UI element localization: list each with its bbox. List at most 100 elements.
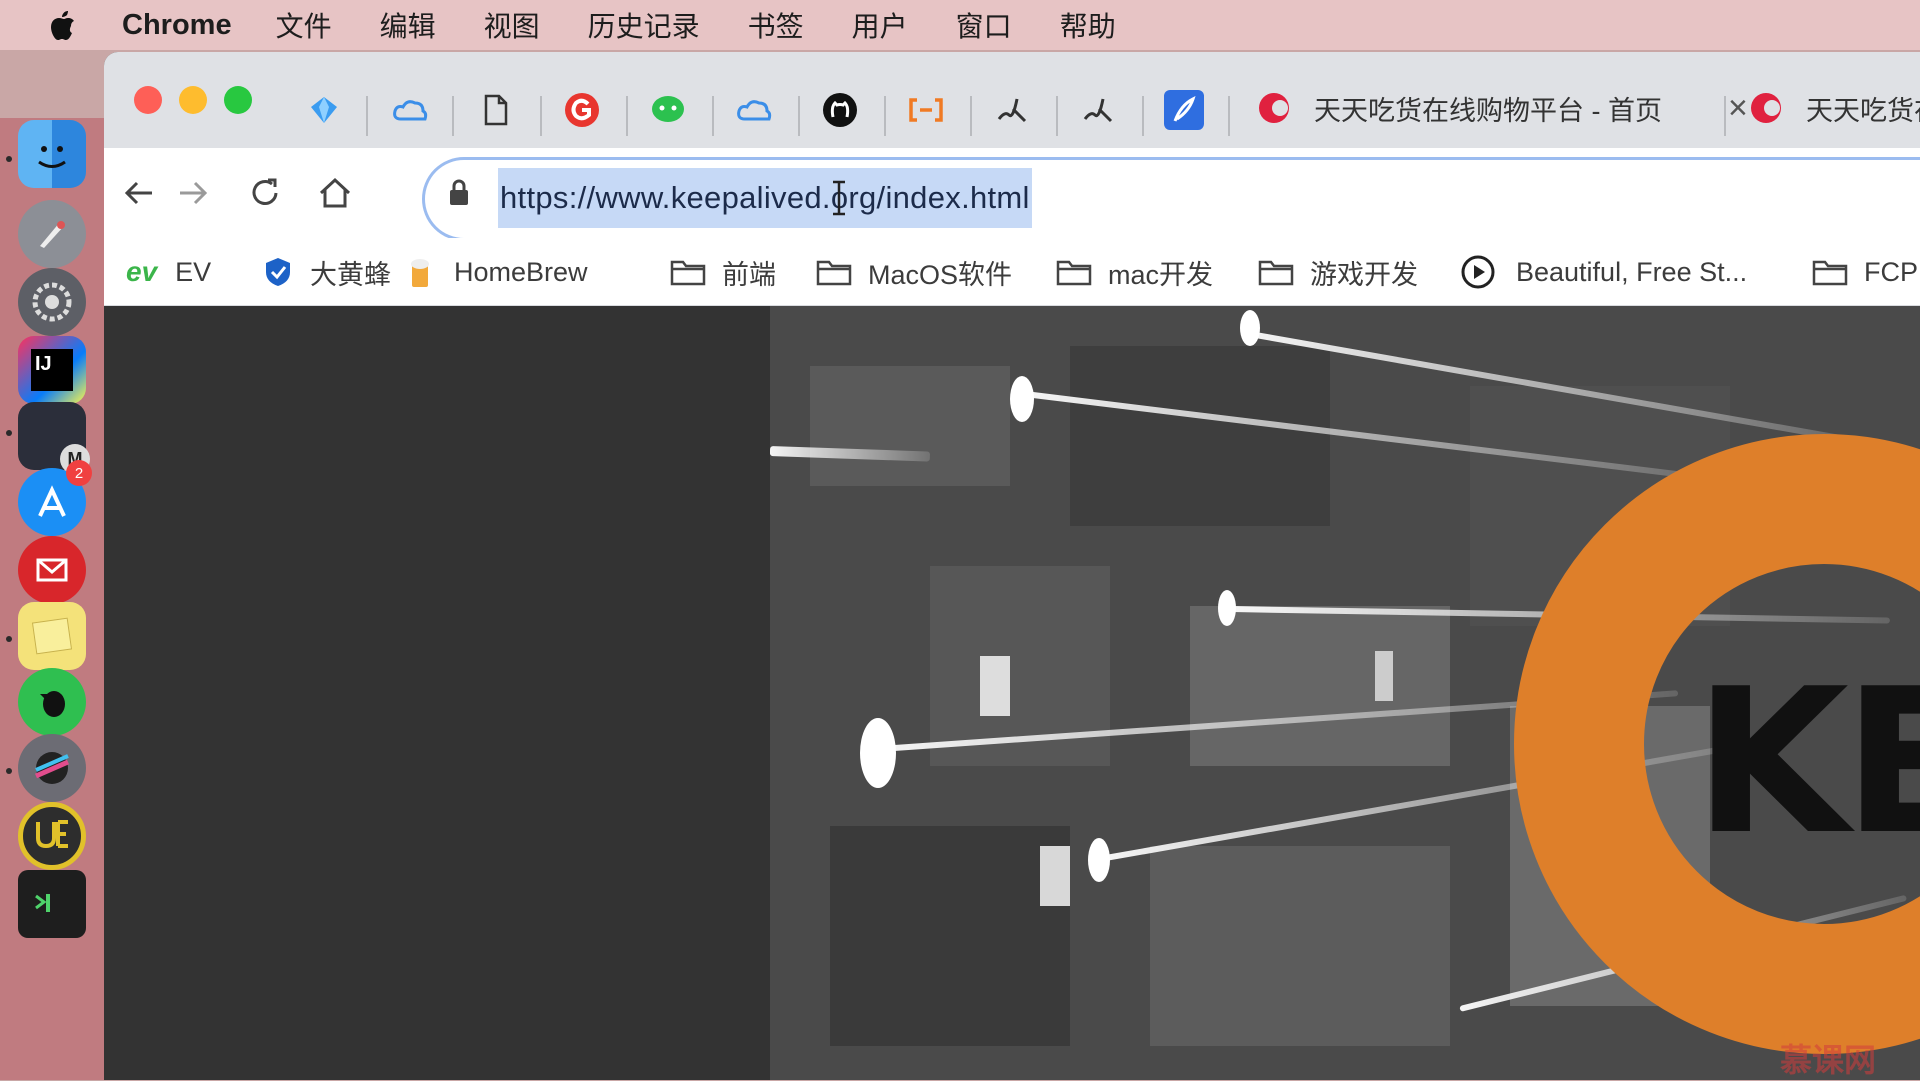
document-tab-icon[interactable] [476, 90, 516, 130]
apple-menu-icon[interactable] [32, 0, 92, 50]
menu-edit[interactable]: 编辑 [380, 5, 436, 45]
bookmark-folder-macdev[interactable]: mac开发 [1056, 250, 1213, 294]
tab-active-shop[interactable]: 天天吃货在线购物平台 - 首页 × [1256, 80, 1748, 136]
tab-title: 天天吃货在线购物平台 - 首页 [1806, 95, 1920, 126]
texture-block [1070, 346, 1330, 526]
github-icon[interactable] [820, 90, 860, 130]
record-icon [1461, 255, 1495, 289]
ij-label-icon: IJ [31, 349, 73, 391]
close-window-button[interactable] [134, 86, 162, 114]
tab-close-icon[interactable]: × [1728, 89, 1748, 128]
ultraedit-icon[interactable] [18, 802, 86, 870]
wechat-icon[interactable] [648, 90, 688, 130]
evernote-icon[interactable] [18, 668, 86, 736]
minimize-window-button[interactable] [179, 86, 207, 114]
url-text[interactable]: https://www.keepalived.org/index.html [498, 168, 1032, 228]
bookmark-label: EV [175, 256, 212, 287]
texture-block [830, 826, 1070, 1046]
light-blob [1240, 310, 1260, 346]
script-tab-icon[interactable] [992, 90, 1032, 130]
intellij-idea-icon[interactable]: IJ [18, 336, 86, 404]
finder-icon[interactable] [18, 120, 86, 188]
back-button[interactable] [104, 168, 174, 218]
launchpad-icon[interactable] [18, 200, 86, 268]
arrow-right-icon [180, 181, 208, 205]
zoom-window-button[interactable] [224, 86, 252, 114]
tab-title: 天天吃货在线购物平台 - 首页 [1314, 95, 1662, 126]
forward-button[interactable] [168, 168, 218, 218]
diamond-extension-icon[interactable] [304, 90, 344, 130]
shield-icon [266, 258, 290, 286]
bookmark-label: HomeBrew [454, 256, 588, 287]
cloud-extension-icon[interactable] [390, 90, 430, 130]
bookmark-folder-macos[interactable]: MacOS软件 [816, 250, 1012, 294]
bookmark-folder-fcp[interactable]: FCP [1812, 250, 1920, 294]
tab-shop-2[interactable]: 天天吃货在线购物平台 - 首页 [1748, 80, 1920, 136]
app-store-icon[interactable]: 2 [18, 460, 92, 536]
bookmark-folder-gamedev[interactable]: 游戏开发 [1258, 250, 1418, 294]
light-blob [1010, 376, 1034, 422]
stickies-icon[interactable] [18, 602, 86, 670]
text-cursor-icon [833, 180, 845, 216]
final-cut-pro-icon[interactable] [18, 734, 86, 802]
beer-icon [411, 259, 429, 287]
menu-help[interactable]: 帮助 [1060, 5, 1116, 45]
menu-people[interactable]: 用户 [852, 5, 908, 45]
bookmark-label: Beautiful, Free St... [1516, 256, 1748, 287]
code-bracket-icon[interactable] [906, 90, 946, 130]
bookmark-label: FCP [1864, 256, 1918, 287]
running-indicator [6, 430, 12, 436]
script-tab-icon-2[interactable] [1078, 90, 1118, 130]
texture-block [1150, 846, 1450, 1046]
tab-separator [798, 96, 800, 136]
folder-icon [816, 260, 852, 286]
light-block [1040, 846, 1070, 906]
light-block [1375, 651, 1393, 701]
terminal-icon[interactable] [18, 870, 86, 938]
tab-separator [1228, 96, 1230, 136]
running-indicator [6, 768, 12, 774]
tab-separator [540, 96, 542, 136]
page-content: KE [104, 306, 1920, 1080]
bookmark-label: 大黄蜂 [310, 259, 391, 290]
tab-favicon-icon [1751, 93, 1781, 123]
ev-icon: ev [126, 256, 158, 287]
bookmark-folder-frontend[interactable]: 前端 [670, 250, 776, 294]
bookmark-ev[interactable]: ev EV [126, 250, 211, 294]
tab-strip: 天天吃货在线购物平台 - 首页 × 天天吃货在线购物平台 - 首页 [104, 52, 1920, 148]
feather-extension-icon[interactable] [1164, 90, 1204, 130]
folder-icon [1056, 260, 1092, 286]
home-button[interactable] [310, 168, 360, 218]
running-indicator [6, 636, 12, 642]
menu-view[interactable]: 视图 [484, 5, 540, 45]
bookmark-hornet[interactable]: 大黄蜂 [264, 250, 391, 294]
sticky-note-icon [31, 617, 73, 655]
folder-icon [1258, 260, 1294, 286]
tab-separator [1142, 96, 1144, 136]
mail-icon[interactable] [18, 536, 86, 604]
g-extension-icon[interactable] [562, 90, 602, 130]
menu-bar: Chrome 文件 编辑 视图 历史记录 书签 用户 窗口 帮助 [0, 0, 1920, 50]
lock-icon[interactable] [447, 178, 471, 208]
bookmark-label: MacOS软件 [868, 259, 1013, 290]
folder-icon [1812, 260, 1848, 286]
menu-bookmarks[interactable]: 书签 [748, 5, 804, 45]
system-preferences-icon[interactable] [18, 268, 86, 336]
light-blob [1218, 590, 1236, 626]
running-indicator [6, 156, 12, 162]
tab-separator [884, 96, 886, 136]
menu-app-name[interactable]: Chrome [122, 9, 232, 42]
bookmark-beautiful[interactable]: Beautiful, Free St... [1460, 250, 1747, 294]
bookmark-homebrew[interactable]: HomeBrew [408, 250, 588, 294]
light-block [980, 656, 1010, 716]
tab-favicon-icon [1259, 93, 1289, 123]
cloud-tab-icon[interactable] [734, 90, 774, 130]
reload-button[interactable] [240, 168, 290, 218]
bookmarks-bar: ev EV 大黄蜂 HomeBrew 前端 MacOS软件 mac开发 游戏开发 [104, 238, 1920, 306]
menu-history[interactable]: 历史记录 [588, 5, 700, 45]
tab-separator [626, 96, 628, 136]
dock: IJ M 2 [0, 118, 104, 1080]
tab-separator [1724, 96, 1726, 136]
menu-file[interactable]: 文件 [276, 5, 332, 45]
menu-window[interactable]: 窗口 [956, 5, 1012, 45]
